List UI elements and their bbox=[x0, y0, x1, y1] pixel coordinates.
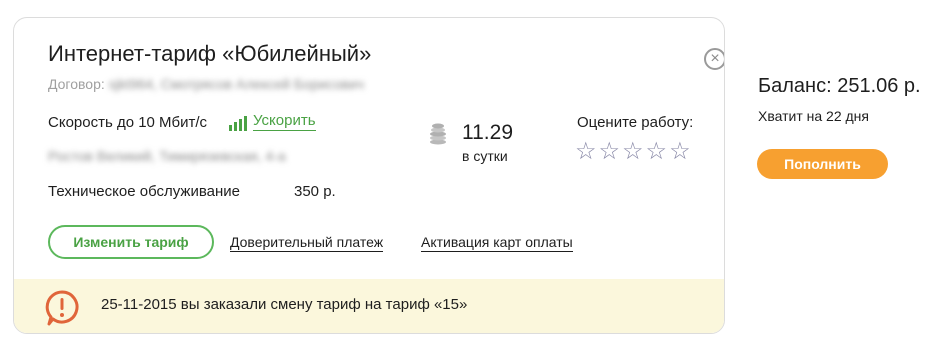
balance-text: Баланс: 251.06 р. bbox=[758, 75, 921, 97]
alert-bubble-icon bbox=[45, 290, 79, 326]
rating-stars: ☆ ☆ ☆ ☆ ☆ bbox=[575, 139, 691, 165]
star-icon[interactable]: ☆ bbox=[599, 139, 621, 165]
service-label: Техническое обслуживание bbox=[48, 183, 240, 200]
service-price: 350 р. bbox=[294, 183, 336, 200]
boost-label[interactable]: Ускорить bbox=[253, 112, 316, 131]
star-icon[interactable]: ☆ bbox=[669, 139, 691, 165]
coins-icon bbox=[430, 123, 446, 145]
daily-cost-unit: в сутки bbox=[462, 148, 508, 164]
notice-bar-wrap: 25-11-2015 вы заказали смену тариф на та… bbox=[14, 279, 724, 333]
boost-link[interactable]: Ускорить bbox=[229, 112, 316, 131]
speed-text: Скорость до 10 Мбит/с bbox=[48, 114, 208, 131]
close-icon[interactable]: × bbox=[704, 48, 724, 70]
balance-days: Хватит на 22 дня bbox=[758, 108, 869, 124]
contract-info: Договор: sjkt964, Смотрясов Алексей Бори… bbox=[48, 76, 364, 92]
star-icon[interactable]: ☆ bbox=[622, 139, 644, 165]
signal-bars-icon bbox=[229, 116, 247, 131]
daily-cost-value: 11.29 bbox=[462, 121, 513, 144]
star-icon[interactable]: ☆ bbox=[575, 139, 597, 165]
tariff-title: Интернет-тариф «Юбилейный» bbox=[48, 41, 372, 66]
address-text: Ростов Великий, Тимирязевская, 4-а bbox=[48, 148, 286, 164]
change-tariff-button[interactable]: Изменить тариф bbox=[48, 225, 214, 259]
contract-value: sjkt964, Смотрясов Алексей Борисович bbox=[108, 76, 365, 92]
rate-label: Оцените работу: bbox=[577, 114, 694, 131]
contract-label: Договор: bbox=[48, 76, 105, 92]
topup-button[interactable]: Пополнить bbox=[757, 149, 888, 179]
notice-bar: 25-11-2015 вы заказали смену тариф на та… bbox=[14, 279, 724, 333]
trust-payment-link[interactable]: Доверительный платеж bbox=[230, 233, 384, 252]
activate-cards-link[interactable]: Активация карт оплаты bbox=[421, 233, 573, 252]
notice-text: 25-11-2015 вы заказали смену тариф на та… bbox=[101, 296, 468, 313]
star-icon[interactable]: ☆ bbox=[646, 139, 668, 165]
